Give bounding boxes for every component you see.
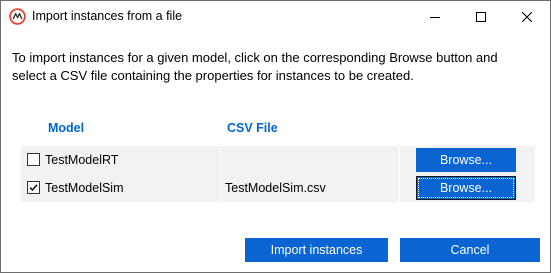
- import-dialog: Import instances from a file To import i…: [0, 0, 551, 273]
- csv-file-name: TestModelSim.csv: [225, 181, 326, 195]
- minimize-button[interactable]: [412, 1, 458, 32]
- column-header-model: Model: [48, 121, 85, 135]
- column-header-csv-file: CSV File: [227, 121, 278, 135]
- maximize-button[interactable]: [458, 1, 504, 32]
- browse-button[interactable]: Browse...: [416, 176, 516, 200]
- close-icon: [522, 11, 532, 22]
- browse-button[interactable]: Browse...: [416, 148, 516, 172]
- model-name: TestModelRT: [45, 153, 119, 167]
- maximize-icon: [476, 11, 486, 22]
- table-row: TestModelRT Browse...: [21, 146, 535, 174]
- cell-divider: [220, 174, 221, 202]
- import-instances-button[interactable]: Import instances: [245, 238, 388, 262]
- table-row: TestModelSim TestModelSim.csv Browse...: [21, 174, 535, 202]
- close-button[interactable]: [504, 1, 550, 32]
- cancel-button[interactable]: Cancel: [400, 238, 540, 262]
- model-checkbox-testmodelrt[interactable]: [27, 153, 40, 166]
- checkmark-icon: [29, 184, 38, 192]
- model-name: TestModelSim: [45, 181, 124, 195]
- model-checkbox-testmodelsim[interactable]: [27, 181, 40, 194]
- minimize-icon: [430, 16, 440, 18]
- title-bar[interactable]: Import instances from a file: [1, 1, 550, 33]
- cell-divider: [399, 174, 400, 202]
- instructions-line-2: select a CSV file containing the propert…: [12, 68, 414, 83]
- instructions-line-1: To import instances for a given model, c…: [12, 50, 498, 65]
- instructions-text: To import instances for a given model, c…: [12, 49, 542, 85]
- cell-divider: [220, 146, 221, 174]
- window-title: Import instances from a file: [32, 9, 183, 23]
- cell-divider: [399, 146, 400, 174]
- app-logo-icon: [9, 8, 26, 25]
